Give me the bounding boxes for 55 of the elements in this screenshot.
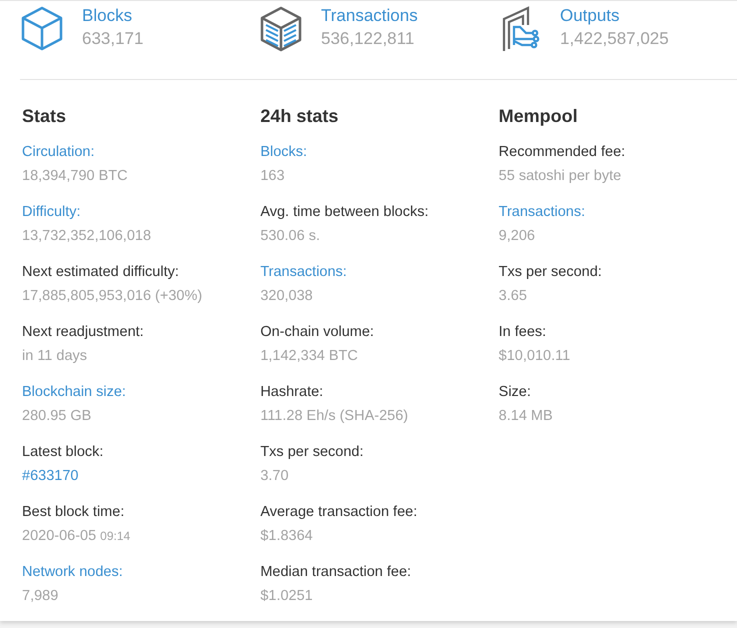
summary-value: 1,422,587,025: [560, 28, 669, 50]
summary-link[interactable]: Transactions: [321, 5, 418, 27]
stat-label: Hashrate:: [260, 383, 324, 402]
stat-value: 163: [260, 167, 285, 186]
stat-link[interactable]: Blockchain size:: [22, 382, 126, 402]
stat-value: $1.0251: [260, 587, 313, 606]
stat-value: 320,038: [260, 287, 313, 306]
block-link[interactable]: #633170: [22, 466, 78, 486]
stat-label: Txs per second:: [498, 263, 602, 282]
stat-value: 13,732,352,106,018: [22, 227, 152, 246]
stat-link[interactable]: Transactions:: [498, 202, 586, 222]
stat-value: 17,885,805,953,016 (+30%): [22, 287, 202, 306]
stat-link[interactable]: Network nodes:: [22, 562, 123, 582]
stat-value: 3.65: [498, 287, 527, 306]
stat-value: in 11 days: [22, 347, 88, 366]
stat-label: Median transaction fee:: [260, 563, 412, 582]
stat-value: 18,394,790 BTC: [22, 167, 128, 186]
stat-label: Avg. time between blocks:: [260, 203, 429, 222]
stat-value: 1,142,334 BTC: [260, 347, 358, 366]
summary-value: 536,122,811: [321, 28, 416, 50]
stat-value: 55 satoshi per byte: [498, 167, 622, 186]
stat-label: Recommended fee:: [498, 143, 626, 162]
stat-label: On-chain volume:: [260, 323, 374, 342]
stat-label: In fees:: [498, 323, 546, 342]
summary-link[interactable]: Blocks: [82, 5, 144, 27]
time-value: 09:14: [100, 528, 130, 545]
stat-value: 111.28 Eh/s (SHA-256): [260, 407, 408, 426]
summary-value: 633,171: [82, 28, 144, 50]
stat-value: $10,010.11: [498, 347, 570, 366]
stat-label: Best block time:: [22, 503, 124, 522]
stat-label: Average transaction fee:: [260, 503, 418, 522]
stat-value: 2020-06-05: [22, 527, 96, 546]
stat-link[interactable]: Transactions:: [260, 262, 347, 282]
stat-value: 9,206: [498, 227, 535, 246]
section-heading: Stats: [22, 105, 68, 128]
stat-label: Latest block:: [22, 443, 104, 462]
stat-value: 280.95 GB: [22, 407, 92, 426]
stat-link[interactable]: Difficulty:: [22, 202, 81, 222]
stat-value: 7,989: [22, 587, 58, 606]
stat-link[interactable]: Blocks:: [260, 142, 308, 162]
box-icon: [259, 5, 303, 53]
stat-label: Txs per second:: [260, 443, 364, 462]
circuit-icon: [500, 5, 540, 53]
stat-value: 530.06 s.: [260, 227, 320, 246]
stat-value: 8.14 MB: [498, 407, 553, 426]
cube-icon: [20, 5, 64, 51]
summary-link[interactable]: Outputs: [560, 5, 669, 27]
stat-value: $1.8364: [260, 527, 313, 546]
stat-link[interactable]: Circulation:: [22, 142, 95, 162]
stat-value: 3.70: [260, 467, 289, 486]
stat-label: Size:: [498, 383, 531, 402]
stat-label: Next estimated difficulty:: [22, 263, 179, 282]
stat-label: Next readjustment:: [22, 323, 144, 342]
section-heading: Mempool: [498, 105, 579, 128]
section-heading: 24h stats: [260, 105, 340, 128]
